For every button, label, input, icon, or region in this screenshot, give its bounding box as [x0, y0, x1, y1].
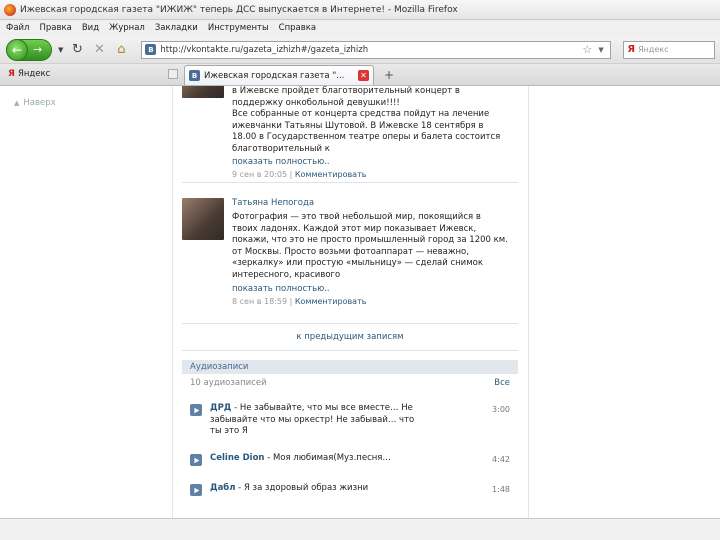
post-line: ижевчанки Татьяны Шутовой. В Ижевске 18 …: [232, 120, 484, 131]
play-icon[interactable]: [190, 404, 202, 416]
back-forward-group: ← →: [6, 38, 52, 61]
tab-strip: Я Яндекс В Ижевская городская газета "..…: [0, 64, 720, 86]
post-line: благотворительный к: [232, 143, 330, 154]
track-duration: 4:42: [492, 455, 510, 464]
forward-arrow-icon[interactable]: →: [33, 43, 42, 56]
track-title: - Моя любимая(Муз.песня…: [264, 453, 391, 463]
scroll-to-top-label: Наверх: [23, 98, 56, 108]
audio-count: 10 аудиозаписей: [190, 378, 267, 388]
url-text[interactable]: http://vkontakte.ru/gazeta_izhizh#/gazet…: [160, 45, 582, 55]
history-dropdown-icon[interactable]: ▼: [58, 46, 63, 54]
track-artist[interactable]: Дабл: [210, 483, 235, 493]
post-meta: 9 сен в 20:05 | Комментировать: [232, 170, 367, 179]
post-line: поддержку онкобольной девушки!!!!: [232, 97, 400, 108]
menu-view[interactable]: Вид: [82, 23, 99, 33]
menu-bookmarks[interactable]: Закладки: [155, 23, 198, 33]
bookmark-star-icon[interactable]: ☆: [582, 43, 598, 56]
post-line: Фотография — это твой небольшой мир, пок…: [232, 212, 481, 222]
post-line: твоих ладонях. Каждой этот мир показывае…: [232, 223, 477, 234]
firefox-logo-icon: [4, 3, 16, 16]
post-line: «зеркалку» или простую «мыльницу» — сдел…: [232, 258, 483, 268]
vk-favicon-icon: В: [145, 44, 157, 55]
menu-bar: Файл Правка Вид Журнал Закладки Инструме…: [0, 20, 720, 36]
previous-posts-link[interactable]: к предыдущим записям: [182, 332, 518, 342]
tab-active[interactable]: В Ижевская городская газета "... ✕: [184, 65, 374, 85]
avatar[interactable]: [182, 86, 224, 98]
track-info: Celine Dion - Моя любимая(Муз.песня…: [210, 453, 480, 465]
bookmark-yandex[interactable]: Я Яндекс: [4, 65, 184, 83]
track-duration: 3:00: [492, 405, 510, 414]
post-line: от Москвы. Просто возьми фотоаппарат — н…: [232, 246, 469, 257]
tab-label: Ижевская городская газета "...: [204, 70, 345, 81]
up-triangle-icon: ▲: [14, 99, 20, 107]
post-date: 8 сен в 18:59: [232, 297, 288, 306]
track-info: Дабл - Я за здоровый образ жизни: [210, 483, 480, 495]
column-divider-right: [528, 86, 529, 518]
post-line: в Ижевске пройдет благотворительный конц…: [232, 86, 460, 96]
column-divider-left: [172, 86, 173, 518]
page-content: ▲ Наверх в Ижевске пройдет благотворител…: [0, 86, 720, 518]
comment-link[interactable]: Комментировать: [295, 297, 367, 306]
track-duration: 1:48: [492, 485, 510, 494]
tab-close-icon[interactable]: ✕: [358, 70, 369, 81]
post-separator: [182, 182, 518, 183]
yandex-logo-icon: Я: [627, 44, 636, 55]
search-placeholder[interactable]: Яндекс: [638, 45, 668, 54]
menu-file[interactable]: Файл: [6, 23, 29, 33]
tab-list-icon[interactable]: [168, 69, 178, 79]
track-title-cont: ты это Я: [210, 426, 248, 436]
navigation-toolbar: ← → ▼ ↻ ✕ ⌂ В http://vkontakte.ru/gazeta…: [0, 36, 720, 64]
post-text: Фотография — это твой небольшой мир, пок…: [232, 212, 516, 281]
url-bar[interactable]: В http://vkontakte.ru/gazeta_izhizh#/gaz…: [141, 40, 612, 59]
play-icon[interactable]: [190, 454, 202, 466]
section-separator: [182, 350, 518, 351]
post-line: покажи, что это не просто промышленный г…: [232, 235, 508, 245]
post-text: в Ижевске пройдет благотворительный конц…: [232, 86, 516, 155]
audio-section-title: Аудиозаписи: [190, 362, 249, 372]
post-meta: 8 сен в 18:59 | Комментировать: [232, 297, 367, 306]
url-dropdown-icon[interactable]: ▼: [598, 46, 610, 54]
track-title: - Не забывайте, что мы все вместе… Не: [231, 403, 413, 413]
post-separator: [182, 323, 518, 324]
audio-all-link[interactable]: Все: [494, 378, 510, 388]
menu-help[interactable]: Справка: [279, 23, 316, 33]
scroll-to-top-link[interactable]: ▲ Наверх: [14, 98, 56, 108]
track-title-cont: забывайте что мы оркестр! Не забывай… чт…: [210, 414, 415, 425]
tab-vk-favicon-icon: В: [189, 70, 200, 81]
avatar[interactable]: [182, 198, 224, 240]
menu-tools[interactable]: Инструменты: [208, 23, 269, 33]
show-more-link[interactable]: показать полностью..: [232, 284, 330, 294]
back-arrow-icon[interactable]: ←: [6, 38, 28, 61]
track-title: - Я за здоровый образ жизни: [235, 483, 369, 493]
status-bar: [0, 518, 720, 540]
bookmark-yandex-label: Яндекс: [17, 69, 51, 79]
home-icon[interactable]: ⌂: [113, 42, 129, 58]
track-info: ДРД - Не забывайте, что мы все вместе… Н…: [210, 403, 480, 438]
play-icon[interactable]: [190, 484, 202, 496]
audio-section-header[interactable]: Аудиозаписи: [182, 360, 518, 374]
audio-summary: 10 аудиозаписей Все: [182, 375, 518, 391]
menu-edit[interactable]: Правка: [39, 23, 71, 33]
yandex-bookmark-icon: Я: [8, 69, 15, 79]
post-line: Все собранные от концерта средства пойду…: [232, 109, 490, 119]
new-tab-icon[interactable]: +: [380, 66, 398, 84]
post-line: 18.00 в Государственном театре оперы и б…: [232, 132, 501, 142]
reload-icon[interactable]: ↻: [69, 42, 85, 58]
track-artist[interactable]: Celine Dion: [210, 453, 264, 463]
post-date: 9 сен в 20:05: [232, 170, 288, 179]
post-author[interactable]: Татьяна Непогода: [232, 198, 314, 208]
stop-icon[interactable]: ✕: [91, 42, 107, 58]
comment-link[interactable]: Комментировать: [295, 170, 367, 179]
show-more-link[interactable]: показать полностью..: [232, 157, 330, 167]
track-artist[interactable]: ДРД: [210, 403, 231, 413]
window-title: Ижевская городская газета "ИЖИЖ" теперь …: [20, 4, 458, 15]
post-line: интересного, красивого: [232, 269, 341, 280]
search-bar[interactable]: Я Яндекс: [623, 40, 716, 59]
window-titlebar: Ижевская городская газета "ИЖИЖ" теперь …: [0, 0, 720, 20]
menu-history[interactable]: Журнал: [109, 23, 145, 33]
